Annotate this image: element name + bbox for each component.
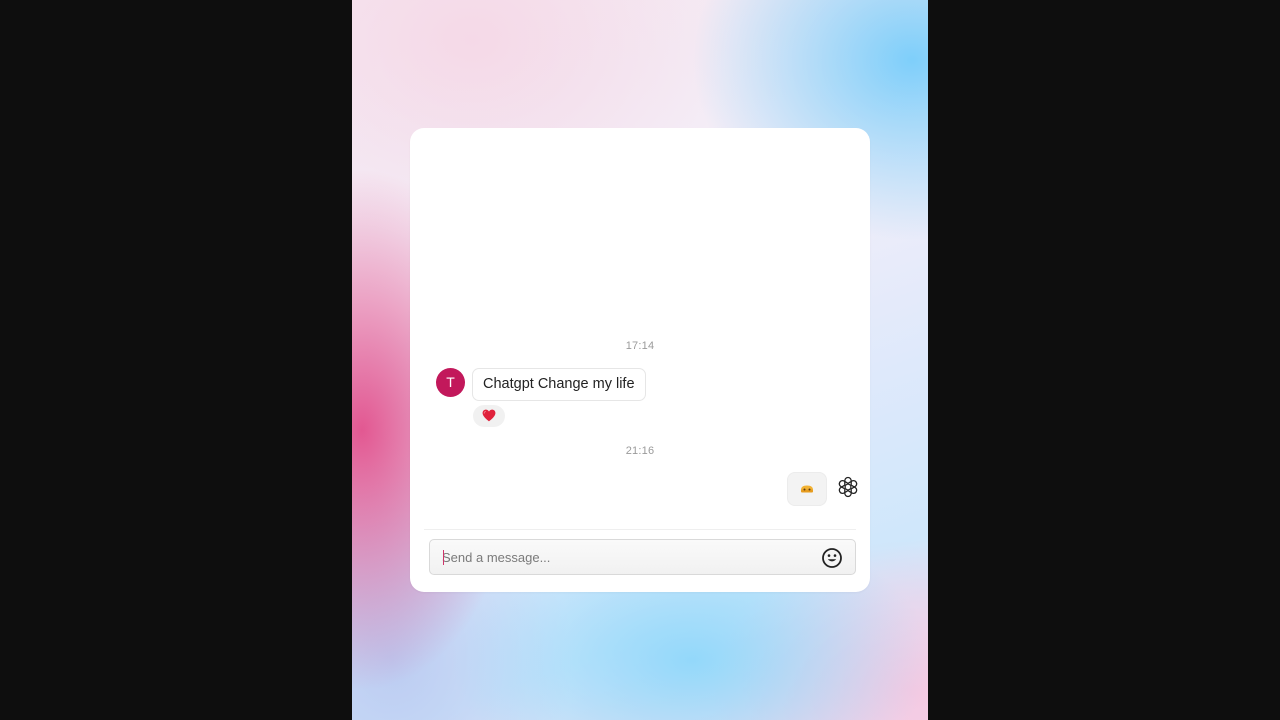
message-input[interactable] — [442, 540, 802, 574]
yellow-emoji-icon — [800, 480, 814, 497]
text-caret — [443, 550, 444, 565]
incoming-message-bubble[interactable]: Chatgpt Change my life — [472, 368, 646, 401]
message-reaction[interactable] — [473, 405, 505, 427]
timestamp: 21:16 — [625, 445, 655, 457]
timestamp: 17:14 — [625, 340, 655, 352]
gradient-background: 17:14 T Chatgpt Change my life 21:16 — [352, 0, 928, 720]
outgoing-message-bubble[interactable] — [787, 472, 827, 506]
emoji-smiley-icon[interactable] — [821, 547, 843, 569]
message-composer — [429, 539, 856, 575]
red-heart-icon — [482, 407, 496, 424]
openai-logo-icon[interactable] — [837, 476, 859, 498]
composer-divider — [424, 529, 856, 530]
chat-window: 17:14 T Chatgpt Change my life 21:16 — [410, 128, 870, 592]
avatar[interactable]: T — [436, 368, 465, 397]
